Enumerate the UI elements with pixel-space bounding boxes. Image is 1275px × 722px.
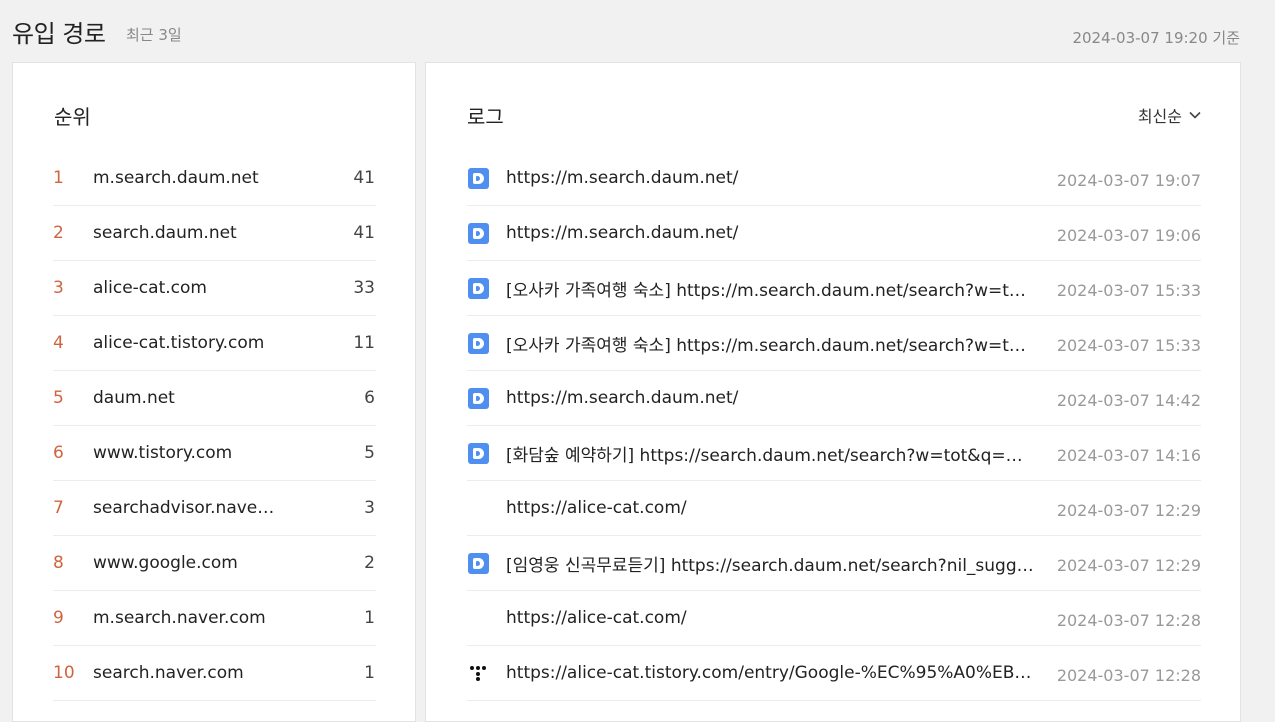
log-url[interactable]: https://alice-cat.com/: [506, 608, 1036, 628]
rank-domain[interactable]: alice-cat.com: [93, 278, 278, 298]
rank-count: 1: [364, 663, 375, 683]
log-time: 2024-03-07 14:42: [1056, 391, 1201, 410]
rank-number: 1: [53, 168, 64, 188]
log-row: https://alice-cat.tistory.com/entry/Goog…: [467, 646, 1201, 701]
rank-row[interactable]: 8 www.google.com 2: [53, 536, 376, 591]
rank-count: 6: [364, 388, 375, 408]
rank-domain[interactable]: search.naver.com: [93, 663, 278, 683]
rank-list: 1 m.search.daum.net 41 2 search.daum.net 41 3 a…: [53, 151, 376, 701]
rank-count: 33: [353, 278, 375, 298]
rank-row[interactable]: 2 search.daum.net 41: [53, 206, 376, 261]
log-url[interactable]: https://m.search.daum.net/: [506, 168, 1036, 188]
log-row: [화담숲 예약하기] https://search.daum.net/searc…: [467, 426, 1201, 481]
rank-number: 4: [53, 333, 64, 353]
log-time: 2024-03-07 12:28: [1056, 666, 1201, 685]
no-icon: [467, 497, 489, 519]
rank-domain[interactable]: daum.net: [93, 388, 278, 408]
log-row: https://m.search.daum.net/2024-03-07 14:…: [467, 371, 1201, 426]
log-url[interactable]: https://alice-cat.com/: [506, 498, 1036, 518]
updated-timestamp: 2024-03-07 19:20 기준: [1072, 29, 1240, 47]
rank-row[interactable]: 9 m.search.naver.com 1: [53, 591, 376, 646]
rank-number: 8: [53, 553, 64, 573]
log-time: 2024-03-07 19:06: [1056, 226, 1201, 245]
log-row: https://m.search.daum.net/2024-03-07 19:…: [467, 151, 1201, 206]
rank-domain[interactable]: m.search.naver.com: [93, 608, 278, 628]
rank-number: 2: [53, 223, 64, 243]
rank-panel: 순위 1 m.search.daum.net 41 2 search.daum.net 4…: [12, 62, 416, 722]
rank-count: 2: [364, 553, 375, 573]
rank-domain[interactable]: search.daum.net: [93, 223, 278, 243]
log-url[interactable]: [오사카 가족여행 숙소] https://m.search.daum.net/…: [506, 276, 1036, 301]
log-time: 2024-03-07 15:33: [1056, 281, 1201, 300]
period-label: 최근 3일: [126, 26, 182, 44]
rank-number: 3: [53, 278, 64, 298]
rank-row[interactable]: 3 alice-cat.com 33: [53, 261, 376, 316]
daum-icon: [467, 167, 489, 189]
daum-icon: [467, 442, 489, 464]
rank-domain[interactable]: m.search.daum.net: [93, 168, 278, 188]
log-time: 2024-03-07 12:29: [1056, 501, 1201, 520]
log-row: [오사카 가족여행 숙소] https://m.search.daum.net/…: [467, 261, 1201, 316]
tistory-icon: [469, 664, 487, 682]
rank-count: 41: [353, 168, 375, 188]
log-row: https://alice-cat.com/2024-03-07 12:29: [467, 481, 1201, 536]
rank-number: 5: [53, 388, 64, 408]
log-panel-title: 로그: [467, 105, 504, 129]
log-url[interactable]: https://m.search.daum.net/: [506, 388, 1036, 408]
rank-count: 5: [364, 443, 375, 463]
log-panel: 로그 최신순 https://m.search.daum.net/2024-03…: [425, 62, 1241, 722]
rank-row[interactable]: 7 searchadvisor.naver.com 3: [53, 481, 376, 536]
log-time: 2024-03-07 12:29: [1056, 556, 1201, 575]
log-url[interactable]: https://alice-cat.tistory.com/entry/Goog…: [506, 663, 1036, 683]
daum-icon: [467, 387, 489, 409]
chevron-down-icon: [1189, 111, 1201, 119]
rank-panel-title: 순위: [54, 105, 91, 129]
daum-icon: [467, 332, 489, 354]
rank-row[interactable]: 5 daum.net 6: [53, 371, 376, 426]
page-title: 유입 경로: [12, 20, 106, 48]
rank-row[interactable]: 10 search.naver.com 1: [53, 646, 376, 701]
page-header: 유입 경로 최근 3일 2024-03-07 19:20 기준: [12, 14, 1240, 50]
rank-domain[interactable]: searchadvisor.naver.com: [93, 498, 278, 518]
log-time: 2024-03-07 12:28: [1056, 611, 1201, 630]
log-time: 2024-03-07 14:16: [1056, 446, 1201, 465]
rank-domain[interactable]: www.tistory.com: [93, 443, 278, 463]
rank-count: 41: [353, 223, 375, 243]
log-url[interactable]: [임영웅 신곡무료듣기] https://search.daum.net/sea…: [506, 551, 1036, 576]
log-row: [오사카 가족여행 숙소] https://m.search.daum.net/…: [467, 316, 1201, 371]
log-time: 2024-03-07 19:07: [1056, 171, 1201, 190]
rank-count: 1: [364, 608, 375, 628]
rank-number: 6: [53, 443, 64, 463]
rank-number: 7: [53, 498, 64, 518]
daum-icon: [467, 552, 489, 574]
log-url[interactable]: https://m.search.daum.net/: [506, 223, 1036, 243]
rank-row[interactable]: 1 m.search.daum.net 41: [53, 151, 376, 206]
rank-domain[interactable]: www.google.com: [93, 553, 278, 573]
log-url[interactable]: [화담숲 예약하기] https://search.daum.net/searc…: [506, 441, 1036, 466]
rank-count: 3: [364, 498, 375, 518]
log-row: https://alice-cat.com/2024-03-07 12:28: [467, 591, 1201, 646]
rank-domain[interactable]: alice-cat.tistory.com: [93, 333, 278, 353]
rank-number: 10: [53, 663, 75, 683]
rank-number: 9: [53, 608, 64, 628]
log-time: 2024-03-07 15:33: [1056, 336, 1201, 355]
daum-icon: [467, 277, 489, 299]
daum-icon: [467, 222, 489, 244]
log-row: https://m.search.daum.net/2024-03-07 19:…: [467, 206, 1201, 261]
log-list: https://m.search.daum.net/2024-03-07 19:…: [467, 151, 1201, 701]
rank-row[interactable]: 6 www.tistory.com 5: [53, 426, 376, 481]
sort-label: 최신순: [1137, 107, 1182, 126]
rank-count: 11: [353, 333, 375, 353]
no-icon: [467, 607, 489, 629]
sort-dropdown[interactable]: 최신순: [1138, 103, 1202, 127]
log-row: [임영웅 신곡무료듣기] https://search.daum.net/sea…: [467, 536, 1201, 591]
log-url[interactable]: [오사카 가족여행 숙소] https://m.search.daum.net/…: [506, 331, 1036, 356]
rank-row[interactable]: 4 alice-cat.tistory.com 11: [53, 316, 376, 371]
